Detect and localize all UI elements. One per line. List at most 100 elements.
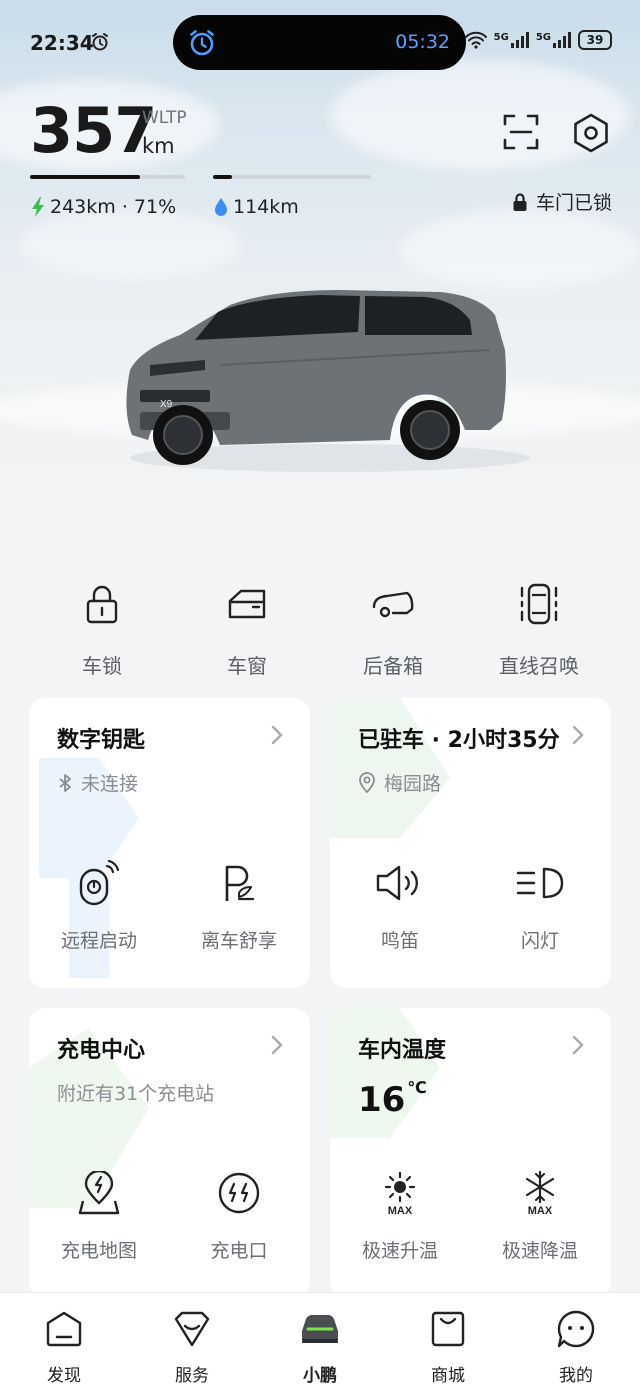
status-bar: 22:34 05:32 5G 5G 39 [0, 0, 640, 86]
action-label: 闪灯 [520, 930, 559, 952]
charge-map-button[interactable]: 充电地图 [29, 1168, 169, 1263]
fuel-range-bar [213, 175, 371, 179]
nav-service[interactable]: 服务 [142, 1309, 242, 1386]
summon-icon [464, 580, 614, 628]
nav-discover[interactable]: 发现 [14, 1309, 114, 1386]
window-icon [172, 580, 322, 628]
nav-mall[interactable]: 商城 [398, 1309, 498, 1386]
lock-icon [27, 580, 177, 628]
settings-icon[interactable] [570, 112, 612, 158]
nav-label: 我的 [559, 1366, 593, 1386]
door-lock-text: 车门已锁 [535, 192, 612, 214]
remote-start-button[interactable]: 远程启动 [29, 858, 169, 953]
front-wheel [153, 405, 213, 465]
quick-action-label: 车窗 [227, 654, 267, 678]
bluetooth-status: 未连接 [81, 773, 139, 795]
electric-range-fill [30, 175, 141, 179]
system-icons: 5G 5G 39 [464, 30, 612, 50]
action-label: 充电地图 [60, 1240, 137, 1262]
network-type-1: 5G [493, 32, 509, 43]
door-lock-status: 车门已锁 [512, 188, 612, 215]
chevron-right-icon[interactable] [571, 1034, 585, 1060]
location-pin-icon [359, 771, 375, 793]
status-time: 22:34 [30, 31, 94, 55]
range-standard: WLTP [142, 108, 187, 128]
electric-range: 243km · 71% [30, 196, 176, 218]
network-type-2: 5G [535, 32, 551, 43]
nav-label: 服务 [175, 1366, 209, 1386]
electric-range-bar [30, 175, 185, 179]
bottom-navigation: 发现 服务 小鹏 商城 我的 [0, 1292, 640, 1400]
alarm-clock-icon [187, 28, 217, 62]
quick-action-label: 车锁 [82, 654, 122, 678]
chevron-right-icon[interactable] [270, 1034, 284, 1060]
fuel-range-text: 114km [233, 196, 299, 218]
action-label: 充电口 [210, 1240, 268, 1262]
scan-icon[interactable] [502, 112, 540, 156]
padlock-icon [513, 192, 527, 211]
quick-action-summon[interactable]: 直线召唤 [464, 580, 614, 679]
max-badge: MAX [528, 1205, 553, 1216]
horn-icon [330, 858, 470, 908]
action-label: 远程启动 [60, 930, 137, 952]
charge-port-icon [169, 1168, 309, 1218]
card-subtitle: 附近有31个充电站 [57, 1079, 214, 1106]
nav-label: 发现 [47, 1366, 81, 1386]
card-subtitle: 梅园路 [358, 769, 441, 796]
vehicle-image[interactable]: X9 [110, 280, 530, 480]
trunk-icon [318, 580, 468, 628]
digital-key-card[interactable]: 数字钥匙 未连接 远程启动 离车舒享 [29, 698, 310, 988]
headlight-icon [470, 858, 610, 908]
chevron-right-icon[interactable] [571, 724, 585, 750]
alarm-status-icon [90, 32, 110, 56]
fuel-range-fill [213, 175, 232, 179]
fuel-drop-icon [215, 198, 227, 216]
rear-wheel [400, 400, 460, 460]
parked-status-card[interactable]: 已驻车 · 2小时35分 梅园路 鸣笛 闪灯 [330, 698, 611, 988]
quick-action-label: 直线召唤 [499, 654, 579, 678]
cabin-temperature-card[interactable]: 车内温度 16 ℃ MAX 极速升温 MAX 极速降温 [330, 1008, 611, 1298]
temperature-value: 16 [358, 1080, 406, 1120]
quick-action-lock[interactable]: 车锁 [27, 580, 177, 679]
temperature-unit: ℃ [407, 1078, 427, 1097]
max-badge: MAX [388, 1205, 413, 1216]
discover-icon [14, 1309, 114, 1349]
charge-port-button[interactable]: 充电口 [169, 1168, 309, 1263]
horn-button[interactable]: 鸣笛 [330, 858, 470, 953]
nav-xpeng[interactable]: 小鹏 [270, 1309, 370, 1386]
flash-lights-button[interactable]: 闪灯 [470, 858, 610, 953]
cool-max-icon: MAX [470, 1168, 610, 1218]
nav-label: 小鹏 [303, 1366, 337, 1386]
rapid-cool-button[interactable]: MAX 极速降温 [470, 1168, 610, 1263]
nearby-stations: 附近有31个充电站 [57, 1083, 215, 1105]
action-label: 极速升温 [361, 1240, 438, 1262]
car-icon [270, 1309, 370, 1349]
battery-icon: 39 [578, 30, 612, 50]
mall-icon [398, 1309, 498, 1349]
quick-action-window[interactable]: 车窗 [172, 580, 322, 679]
dynamic-island[interactable]: 05:32 [173, 15, 466, 70]
island-timer: 05:32 [395, 31, 450, 53]
quick-actions: 车锁 车窗 后备箱 直线召唤 [0, 570, 640, 680]
card-title: 数字钥匙 [57, 728, 146, 753]
chevron-right-icon[interactable] [270, 724, 284, 750]
quick-action-label: 后备箱 [363, 654, 423, 678]
action-label: 极速降温 [501, 1240, 578, 1262]
rapid-heat-button[interactable]: MAX 极速升温 [330, 1168, 470, 1263]
parking-comfort-icon [169, 858, 309, 908]
service-icon [142, 1309, 242, 1349]
nav-profile[interactable]: 我的 [526, 1309, 626, 1386]
signal-icon: 5G [494, 32, 530, 48]
charge-map-icon [29, 1168, 169, 1218]
wifi-icon [464, 31, 487, 49]
electric-range-text: 243km · 71% [50, 196, 177, 218]
charging-center-card[interactable]: 充电中心 附近有31个充电站 充电地图 充电口 [29, 1008, 310, 1298]
remote-start-icon [29, 858, 169, 908]
signal-icon-2: 5G [536, 32, 572, 48]
action-label: 鸣笛 [380, 930, 419, 952]
quick-action-trunk[interactable]: 后备箱 [318, 580, 468, 679]
parking-comfort-button[interactable]: 离车舒享 [169, 858, 309, 953]
cabin-temperature: 16 ℃ [358, 1078, 427, 1120]
card-title: 车内温度 [358, 1038, 447, 1063]
range-unit: km [142, 134, 175, 158]
